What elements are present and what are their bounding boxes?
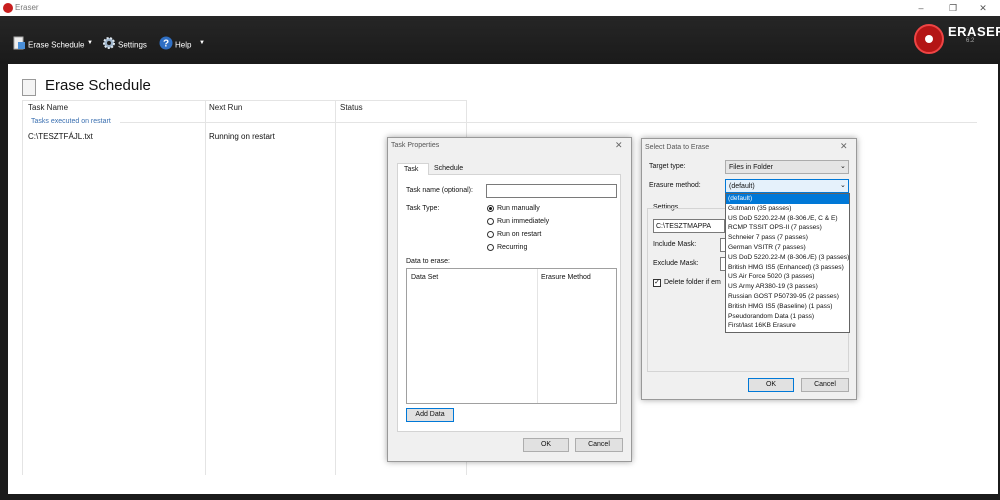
task-properties-title: Task Properties [391,142,440,149]
erasure-method-option[interactable]: British HMG IS5 (Enhanced) (3 passes) [726,263,849,273]
help-label: Help [175,40,192,50]
tab-task[interactable]: Task [397,163,429,175]
schedule-icon [12,36,26,55]
document-icon [22,79,36,96]
help-button[interactable]: ? Help [159,36,191,50]
folder-path-input[interactable]: C:\TESZTMAPPA [653,219,725,233]
erase-schedule-label: Erase Schedule [28,40,85,50]
erasure-method-option[interactable]: US DoD 5220.22-M (8-306./E) (3 passes) [726,253,849,263]
erase-schedule-dropdown-icon[interactable]: ▼ [87,36,93,50]
data-to-erase-label: Data to erase: [406,258,450,265]
erasure-method-option[interactable]: Schneier 7 pass (7 passes) [726,233,849,243]
brand-version: 6.2 [966,38,975,44]
row-next-run[interactable]: Running on restart [209,132,275,141]
radio-run-on-restart[interactable] [487,231,494,238]
toolbar [0,16,1000,64]
minimize-button[interactable]: – [906,1,936,15]
erasure-method-option[interactable]: US Army AR380-19 (3 passes) [726,282,849,292]
erasure-method-option[interactable]: British HMG IS5 (Baseline) (1 pass) [726,302,849,312]
svg-text:?: ? [163,39,169,50]
gear-icon [102,36,116,55]
erasure-method-option[interactable]: Russian GOST P50739-95 (2 passes) [726,292,849,302]
task-name-input[interactable] [486,184,617,198]
column-header-status[interactable]: Status [340,103,363,112]
erase-schedule-button[interactable]: Erase Schedule [12,36,84,50]
include-mask-label: Include Mask: [653,241,697,248]
erasure-method-select[interactable]: (default) [725,179,849,193]
column-header-task-name[interactable]: Task Name [28,103,68,112]
group-label: Tasks executed on restart [31,118,111,125]
target-type-label: Target type: [649,163,686,170]
erasure-method-option[interactable]: German VSITR (7 passes) [726,243,849,253]
delete-folder-label[interactable]: Delete folder if em [664,279,721,286]
page-title: Erase Schedule [45,77,151,94]
help-icon: ? [159,36,173,55]
eraser-app-icon [3,3,13,13]
maximize-button[interactable]: ❐ [938,1,968,15]
header-top-line [22,100,467,101]
radio-recurring[interactable] [487,244,494,251]
task-type-label: Task Type: [406,205,440,212]
column-divider [205,100,206,475]
target-type-select[interactable]: Files in Folder [725,160,849,174]
column-header-erasure-method[interactable]: Erasure Method [541,274,591,281]
row-task-name[interactable]: C:\TESZTFÁJL.txt [28,132,93,141]
eraser-logo-icon [914,24,944,54]
close-button[interactable]: ✕ [968,1,998,15]
settings-button[interactable]: Settings [102,36,147,50]
data-set-list[interactable] [406,268,617,404]
target-type-chevron-icon: ⌄ [840,163,846,170]
task-ok-button[interactable]: OK [523,438,569,452]
select-data-ok-button[interactable]: OK [748,378,794,392]
delete-folder-checkbox[interactable]: ✓ [653,279,661,287]
erasure-method-option[interactable]: Pseudorandom Data (1 pass) [726,312,849,322]
erasure-method-option[interactable]: First/last 16KB Erasure [726,321,849,331]
radio-recurring-label[interactable]: Recurring [497,244,527,251]
column-divider [22,100,23,475]
window-titlebar: Eraser – ❐ ✕ [0,0,1000,16]
help-dropdown-icon[interactable]: ▼ [199,36,205,50]
erasure-method-option[interactable]: US DoD 5220.22-M (8-306./E, C & E) [726,214,849,224]
radio-run-manually-label[interactable]: Run manually [497,205,540,212]
erasure-method-option[interactable]: (default) [726,194,849,204]
radio-run-manually[interactable] [487,205,494,212]
column-divider [537,269,538,403]
select-data-close-icon[interactable]: ✕ [840,141,848,152]
erasure-method-option[interactable]: Gutmann (35 passes) [726,204,849,214]
column-header-data-set[interactable]: Data Set [411,274,438,281]
column-header-next-run[interactable]: Next Run [209,103,242,112]
erasure-method-option[interactable]: US Air Force 5020 (3 passes) [726,272,849,282]
column-divider [335,100,336,475]
select-data-cancel-button[interactable]: Cancel [801,378,849,392]
brand-name: ERASER [948,24,1000,39]
group-line [120,122,977,123]
task-name-label: Task name (optional): [406,187,473,194]
task-properties-close-icon[interactable]: ✕ [615,140,623,151]
erasure-method-chevron-icon: ⌄ [840,182,846,189]
erasure-method-option[interactable]: RCMP TSSIT OPS-II (7 passes) [726,223,849,233]
radio-run-immediately-label[interactable]: Run immediately [497,218,549,225]
tab-schedule[interactable]: Schedule [430,165,468,175]
select-data-title: Select Data to Erase [645,144,710,151]
erasure-method-label: Erasure method: [649,182,701,189]
radio-run-immediately[interactable] [487,218,494,225]
window-title: Eraser [15,3,39,12]
settings-label: Settings [118,40,147,50]
add-data-button[interactable]: Add Data [406,408,454,422]
radio-run-on-restart-label[interactable]: Run on restart [497,231,541,238]
exclude-mask-label: Exclude Mask: [653,260,699,267]
task-cancel-button[interactable]: Cancel [575,438,623,452]
